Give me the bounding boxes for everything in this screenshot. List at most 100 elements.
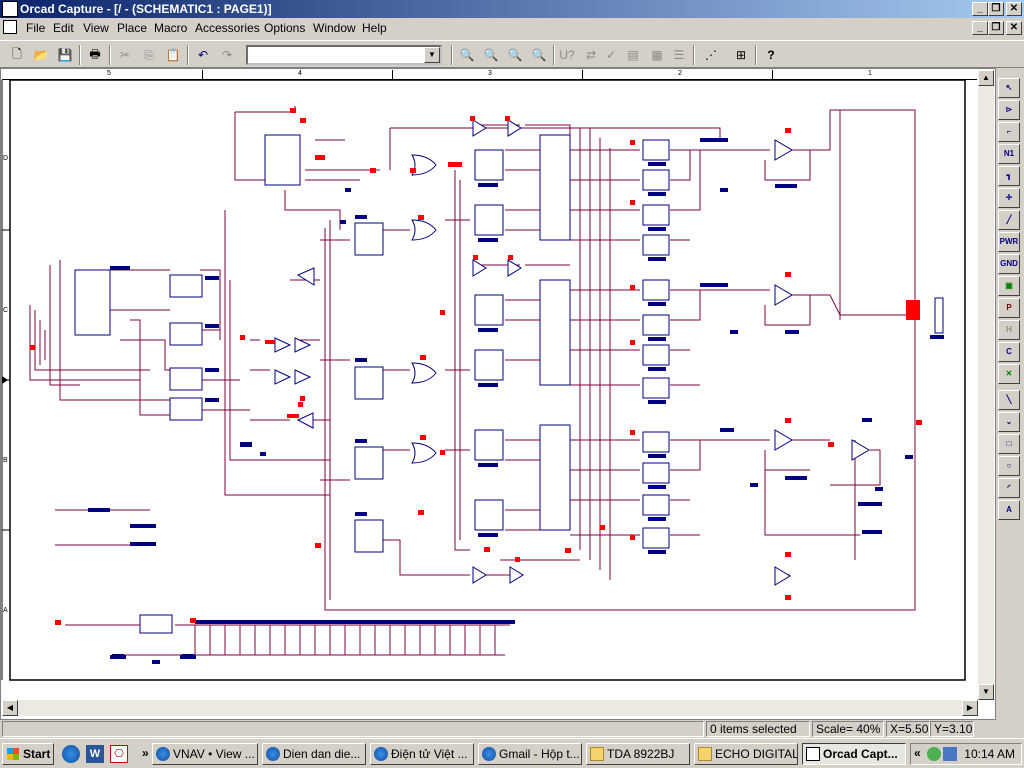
snap-to-grid-icon[interactable]: ⋰ bbox=[700, 44, 722, 66]
menu-file[interactable]: File bbox=[26, 21, 45, 35]
vertical-scrollbar[interactable]: ▲ ▼ bbox=[978, 70, 994, 700]
toolbar-separator bbox=[79, 45, 81, 65]
folder-icon bbox=[698, 747, 712, 761]
open-icon[interactable]: 📂 bbox=[30, 44, 52, 66]
netlist-icon[interactable]: ▤ bbox=[622, 44, 644, 66]
ic-sw5 bbox=[642, 279, 670, 301]
orcad-app-icon[interactable] bbox=[2, 1, 18, 17]
tray-expand-button[interactable]: « bbox=[914, 746, 921, 760]
help-icon[interactable]: ? bbox=[760, 44, 782, 66]
minimize-button[interactable]: _ bbox=[972, 2, 988, 16]
browser-icon bbox=[156, 747, 170, 761]
top-ruler: 5 4 3 2 1 bbox=[2, 70, 977, 80]
doc-restore-button[interactable]: ❐ bbox=[988, 21, 1004, 35]
place-pin-icon[interactable]: H bbox=[998, 320, 1020, 340]
task-gmail[interactable]: Gmail - Hộp t... bbox=[478, 743, 582, 765]
start-label: Start bbox=[23, 747, 51, 761]
undo-icon[interactable]: ↶ bbox=[192, 44, 214, 66]
paste-icon[interactable]: 📋 bbox=[162, 44, 184, 66]
task-vnav[interactable]: VNAV • View ... bbox=[152, 743, 258, 765]
quicklaunch-overflow[interactable]: » bbox=[142, 746, 149, 760]
scroll-up-button[interactable]: ▲ bbox=[978, 70, 994, 86]
task-dien-tu[interactable]: Điện tử Việt ... bbox=[370, 743, 474, 765]
res-array-2 bbox=[539, 279, 571, 386]
network-icon[interactable] bbox=[943, 747, 957, 761]
place-ellipse-icon[interactable]: ○ bbox=[998, 456, 1020, 476]
annotate-icon[interactable]: U? bbox=[556, 44, 578, 66]
place-off-page-icon[interactable]: C bbox=[998, 342, 1020, 362]
internet-explorer-icon[interactable] bbox=[62, 745, 80, 763]
place-rectangle-icon[interactable]: □ bbox=[998, 434, 1020, 454]
scroll-left-button[interactable]: ◀ bbox=[2, 700, 18, 716]
zoom-all-icon[interactable]: 🔍 bbox=[528, 44, 550, 66]
place-net-alias-icon[interactable]: N1 bbox=[998, 144, 1020, 164]
scale-readout: Scale= 40% bbox=[812, 721, 884, 737]
drc-icon[interactable]: ✓ bbox=[600, 44, 622, 66]
project-manager-icon[interactable]: ⊞ bbox=[730, 44, 752, 66]
chevron-down-icon[interactable]: ▼ bbox=[424, 47, 440, 63]
zoom-in-icon[interactable]: 🔍 bbox=[456, 44, 478, 66]
task-orcad[interactable]: Orcad Capt... bbox=[802, 743, 906, 765]
print-icon[interactable]: 🖶 bbox=[84, 44, 106, 66]
zoom-out-icon[interactable]: 🔍 bbox=[480, 44, 502, 66]
ic-sw9 bbox=[642, 431, 670, 453]
select-tool-icon[interactable]: ↖ bbox=[998, 78, 1020, 98]
cross-reference-icon[interactable]: ▦ bbox=[646, 44, 668, 66]
task-echo[interactable]: ECHO DIGITAL bbox=[694, 743, 798, 765]
place-bus-icon[interactable]: ┓ bbox=[998, 166, 1020, 186]
menu-window[interactable]: Window bbox=[313, 21, 356, 35]
task-tda[interactable]: TDA 8922BJ bbox=[586, 743, 690, 765]
place-hierarchical-block-icon[interactable]: ▣ bbox=[998, 276, 1020, 296]
clock[interactable]: 10:14 AM bbox=[964, 747, 1015, 761]
task-dien-dan[interactable]: Dien dan die... bbox=[262, 743, 366, 765]
doc-close-button[interactable]: ✕ bbox=[1006, 21, 1022, 35]
regulator bbox=[139, 614, 173, 634]
cut-icon[interactable]: ✂ bbox=[114, 44, 136, 66]
zoom-area-icon[interactable]: 🔍 bbox=[504, 44, 526, 66]
menu-view[interactable]: View bbox=[83, 21, 109, 35]
document-icon[interactable] bbox=[3, 20, 17, 34]
horizontal-scrollbar[interactable]: ◀ ▶ bbox=[2, 700, 978, 716]
menu-options[interactable]: Options bbox=[264, 21, 305, 35]
menu-place[interactable]: Place bbox=[117, 21, 147, 35]
place-no-connect-icon[interactable]: ✕ bbox=[998, 364, 1020, 384]
buffer-7 bbox=[296, 267, 315, 286]
place-line-icon[interactable]: ╲ bbox=[998, 390, 1020, 410]
place-polyline-icon[interactable]: ⌄ bbox=[998, 412, 1020, 432]
tray-status-icon[interactable] bbox=[927, 747, 941, 761]
pdf-icon[interactable]: ⎔ bbox=[110, 745, 128, 763]
place-arc-icon[interactable]: ◜ bbox=[998, 478, 1020, 498]
menu-edit[interactable]: Edit bbox=[53, 21, 74, 35]
scroll-right-button[interactable]: ▶ bbox=[962, 700, 978, 716]
menu-help[interactable]: Help bbox=[362, 21, 387, 35]
place-junction-icon[interactable]: ✛ bbox=[998, 188, 1020, 208]
place-power-icon[interactable]: PWR bbox=[998, 232, 1020, 252]
close-button[interactable]: ✕ bbox=[1006, 2, 1022, 16]
bill-of-materials-icon[interactable]: ☰ bbox=[668, 44, 690, 66]
selection-count: 0 items selected bbox=[706, 721, 810, 737]
restore-button[interactable]: ❐ bbox=[988, 2, 1004, 16]
menu-accessories[interactable]: Accessories bbox=[195, 21, 260, 35]
back-annotate-icon[interactable]: ⇄ bbox=[580, 44, 602, 66]
copy-icon[interactable]: ⎘ bbox=[138, 44, 160, 66]
new-icon[interactable]: 🗋 bbox=[6, 44, 28, 66]
ic-ff1 bbox=[474, 149, 504, 181]
place-part-icon[interactable]: ⊳ bbox=[998, 100, 1020, 120]
place-wire-icon[interactable]: ⌐ bbox=[998, 122, 1020, 142]
ic-ff2 bbox=[474, 204, 504, 236]
schematic-drawing[interactable]: D C B A bbox=[0, 80, 978, 700]
place-port-icon[interactable]: P bbox=[998, 298, 1020, 318]
word-icon[interactable]: W bbox=[86, 745, 104, 763]
save-icon[interactable]: 💾 bbox=[54, 44, 76, 66]
menu-macro[interactable]: Macro bbox=[154, 21, 187, 35]
place-text-icon[interactable]: A bbox=[998, 500, 1020, 520]
buffer-11 bbox=[294, 369, 312, 385]
scroll-down-button[interactable]: ▼ bbox=[978, 684, 994, 700]
ruler-tick bbox=[772, 70, 773, 80]
start-button[interactable]: Start bbox=[2, 743, 54, 765]
doc-minimize-button[interactable]: _ bbox=[972, 21, 988, 35]
redo-icon[interactable]: ↷ bbox=[216, 44, 238, 66]
place-bus-entry-icon[interactable]: ╱ bbox=[998, 210, 1020, 230]
part-combo[interactable]: ▼ bbox=[246, 45, 442, 65]
place-ground-icon[interactable]: GND bbox=[998, 254, 1020, 274]
